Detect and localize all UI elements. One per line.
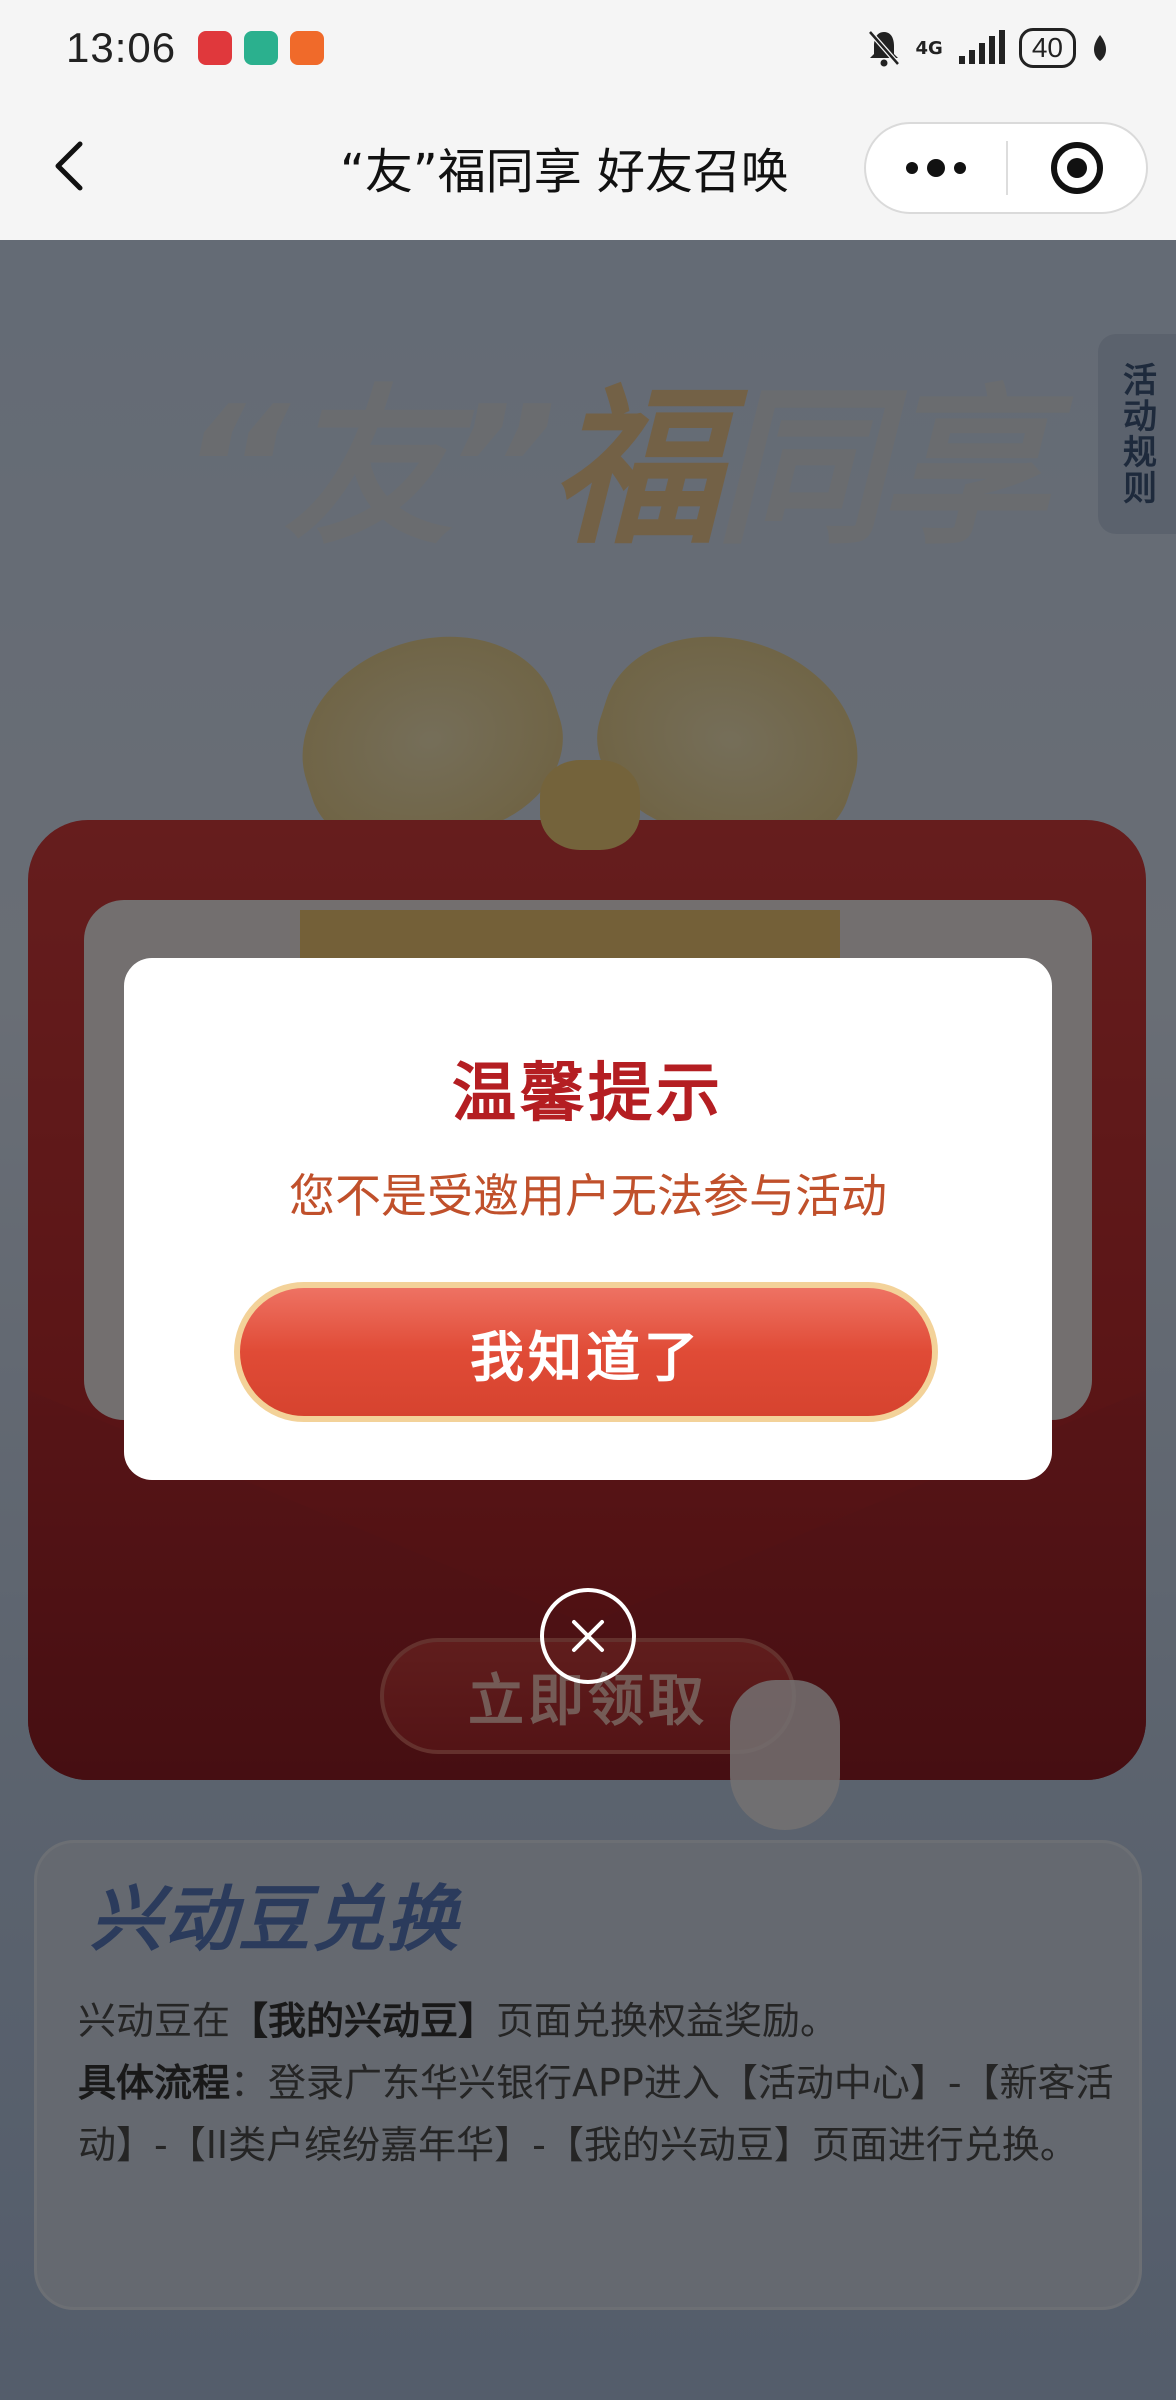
notice-dialog: 温馨提示 您不是受邀用户无法参与活动 我知道了 <box>124 958 1052 1480</box>
pingan-app-icon <box>290 31 325 65</box>
status-app-icons <box>198 31 325 65</box>
target-circle-icon <box>1051 142 1103 194</box>
battery-indicator: 40 <box>1018 28 1076 68</box>
status-indicators: 4G 40 <box>866 28 1110 68</box>
close-icon <box>572 1620 604 1652</box>
dialog-close-button[interactable] <box>540 1588 636 1684</box>
page-title: “友”福同享 好友召唤 <box>340 144 789 200</box>
close-miniprogram-button[interactable] <box>1008 124 1146 212</box>
signal-icon <box>958 30 1005 64</box>
status-time: 13:06 <box>66 24 177 71</box>
back-button[interactable] <box>40 136 100 196</box>
huawei-app-icon <box>198 31 233 65</box>
chevron-left-icon <box>55 141 83 191</box>
leaf-icon <box>1094 35 1106 61</box>
network-label: 4G <box>915 37 943 59</box>
dialog-message: 您不是受邀用户无法参与活动 <box>289 1169 887 1223</box>
status-bar: 13:06 4G 40 <box>0 0 1176 96</box>
nav-bar: “友”福同享 好友召唤 <box>0 96 1176 240</box>
more-dots-icon <box>906 159 966 177</box>
home-app-icon <box>244 31 279 65</box>
mini-program-capsule <box>864 122 1148 214</box>
confirm-button[interactable]: 我知道了 <box>234 1282 938 1422</box>
dialog-title: 温馨提示 <box>452 1057 724 1131</box>
mute-bell-icon <box>867 30 900 67</box>
more-button[interactable] <box>866 124 1006 212</box>
